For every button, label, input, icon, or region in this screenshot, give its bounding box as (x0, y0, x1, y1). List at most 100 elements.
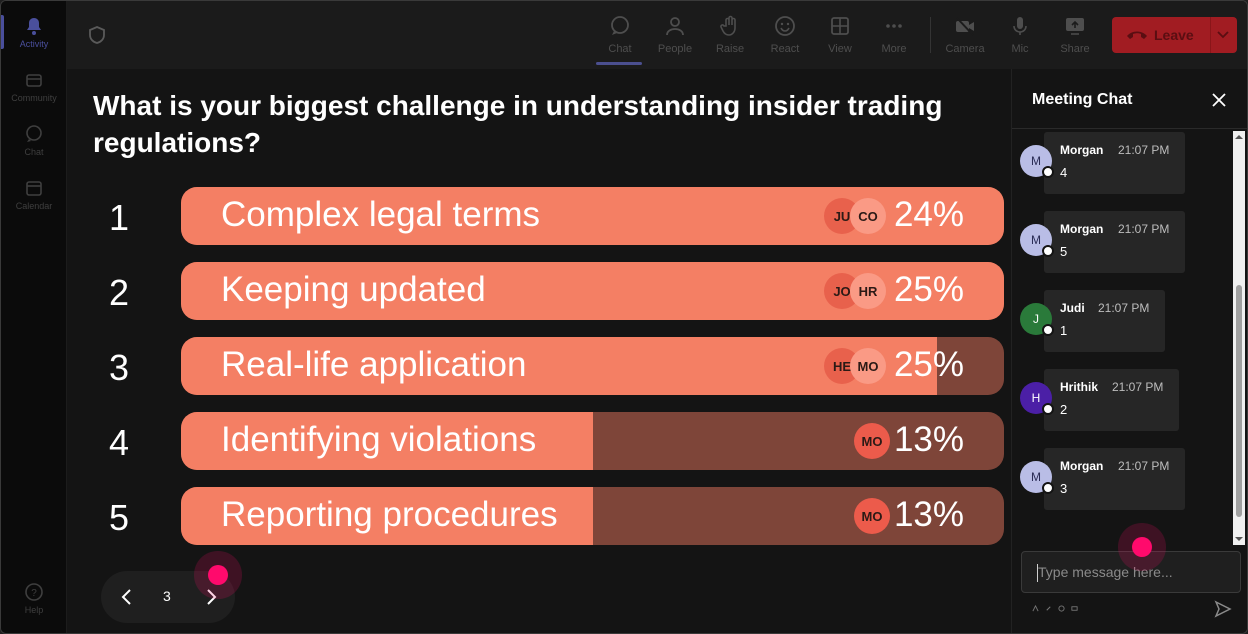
avatar: M (1020, 461, 1054, 494)
rail-label: Calendar (15, 200, 53, 211)
rail-item-help[interactable]: ? Help (1, 573, 67, 623)
emoji-icon[interactable] (1058, 605, 1065, 612)
chat-scrollbar[interactable] (1233, 131, 1245, 545)
scrollbar-thumb[interactable] (1236, 285, 1242, 517)
message-author: Morgan (1060, 222, 1104, 236)
message-text: 3 (1060, 481, 1068, 496)
share-button[interactable]: Share (1049, 1, 1101, 69)
option-bar: Complex legal terms JU CO 24% (181, 187, 1004, 245)
chevron-right-icon[interactable] (201, 587, 221, 607)
rail-item-activity[interactable]: Activity (1, 7, 67, 57)
chat-message: Morgan 21:07 PM 3 (1044, 448, 1185, 510)
avatar: M (1020, 145, 1054, 178)
view-button[interactable]: View (814, 1, 866, 69)
compose-toolbar (1032, 605, 1078, 612)
toolbar-divider (930, 17, 931, 53)
chat-icon (611, 16, 629, 35)
chat-button[interactable]: Chat (594, 1, 646, 69)
avatar-initial: J (1033, 312, 1039, 326)
mic-button[interactable]: Mic (994, 1, 1046, 69)
more-icon (886, 24, 902, 28)
avatar-initial: M (1031, 154, 1041, 168)
scroll-up-icon[interactable] (1235, 133, 1243, 141)
cursor-indicator (208, 565, 228, 585)
scroll-down-icon[interactable] (1235, 535, 1243, 543)
send-icon[interactable] (1214, 600, 1232, 618)
option-number: 2 (109, 272, 130, 313)
mic-label: Mic (1011, 43, 1029, 55)
cursor-indicator (1132, 537, 1152, 557)
avatar-initial: H (1031, 391, 1041, 405)
rail-item-chat[interactable]: Chat (1, 115, 67, 165)
poll-option: 2 Keeping updated JO HR 25% (67, 262, 1011, 320)
share-screen-icon (1066, 18, 1084, 35)
message-text: 2 (1060, 402, 1068, 417)
option-number: 1 (109, 197, 130, 238)
page-number: 3 (163, 588, 171, 604)
share-label: Share (1060, 43, 1090, 55)
leave-button[interactable]: Leave (1112, 17, 1237, 53)
people-label: People (657, 43, 693, 55)
presence-status (1042, 482, 1054, 494)
voter-avatar: MO (850, 348, 886, 384)
rail-label: Community (11, 92, 57, 103)
raise-hand-button[interactable]: Raise (704, 1, 756, 69)
svg-text:?: ? (31, 588, 37, 599)
message-author: Hrithik (1060, 380, 1099, 394)
react-button[interactable]: React (759, 1, 811, 69)
grid-icon (831, 17, 849, 35)
people-button[interactable]: People (649, 1, 701, 69)
poll-option: 1 Complex legal terms JU CO 24% (67, 187, 1011, 245)
option-percent: 25% (893, 270, 964, 309)
camera-button[interactable]: Camera (939, 1, 991, 69)
rail-label: Help (24, 604, 44, 615)
camera-off-icon (956, 17, 974, 36)
chevron-down-icon[interactable] (1216, 27, 1230, 41)
bell-icon (27, 17, 41, 35)
chat-message: Morgan 21:07 PM 5 (1044, 211, 1185, 273)
option-label: Identifying violations (221, 420, 537, 459)
react-label: React (770, 43, 800, 55)
more-button[interactable]: More (868, 1, 920, 69)
poll-option: 3 Real-life application HE MO 25% (67, 337, 1011, 395)
option-percent: 24% (893, 195, 964, 234)
leave-separator (1210, 17, 1211, 53)
chat-message: Judi 21:07 PM 1 (1044, 290, 1165, 352)
poll-stage: What is your biggest challenge in unders… (67, 69, 1011, 633)
presence-status (1042, 245, 1054, 257)
poll-option: 5 Reporting procedures MO 13% (67, 487, 1011, 545)
option-label: Keeping updated (221, 270, 486, 309)
chat-message: Morgan 21:07 PM 4 (1044, 132, 1185, 194)
presence-status (1042, 324, 1054, 336)
chat-icon (26, 124, 42, 142)
rail-label: Chat (24, 146, 44, 157)
message-author: Morgan (1060, 459, 1104, 473)
format-icon[interactable] (1032, 605, 1039, 612)
phone-hangup-icon (1127, 31, 1147, 39)
option-percent: 13% (893, 495, 964, 534)
option-number: 4 (109, 422, 130, 463)
message-text: 1 (1060, 323, 1068, 338)
message-text: 4 (1060, 165, 1068, 180)
avatar-initial: M (1031, 233, 1041, 247)
avatar-initial: M (1031, 470, 1041, 484)
text-caret (1037, 564, 1038, 582)
voter-avatar: MO (854, 498, 890, 534)
people-icon (666, 17, 684, 36)
voter-avatar: CO (850, 198, 886, 234)
raise-label: Raise (715, 43, 745, 55)
close-icon[interactable] (1210, 91, 1228, 109)
rail-item-community[interactable]: Community (1, 61, 67, 111)
chevron-left-icon[interactable] (117, 587, 137, 607)
voter-avatar: MO (854, 423, 890, 459)
view-label: View (828, 43, 852, 55)
app-rail: Activity Community Chat Calendar ? Help (1, 1, 67, 633)
shield-icon[interactable] (87, 25, 107, 45)
message-time: 21:07 PM (1118, 222, 1170, 236)
rail-item-calendar[interactable]: Calendar (1, 169, 67, 219)
chat-message-input[interactable]: Type message here... (1021, 551, 1241, 593)
poll-option: 4 Identifying violations MO 13% (67, 412, 1011, 470)
more-label: More (881, 43, 907, 55)
gif-icon[interactable] (1071, 605, 1078, 612)
attach-icon[interactable] (1045, 605, 1052, 612)
